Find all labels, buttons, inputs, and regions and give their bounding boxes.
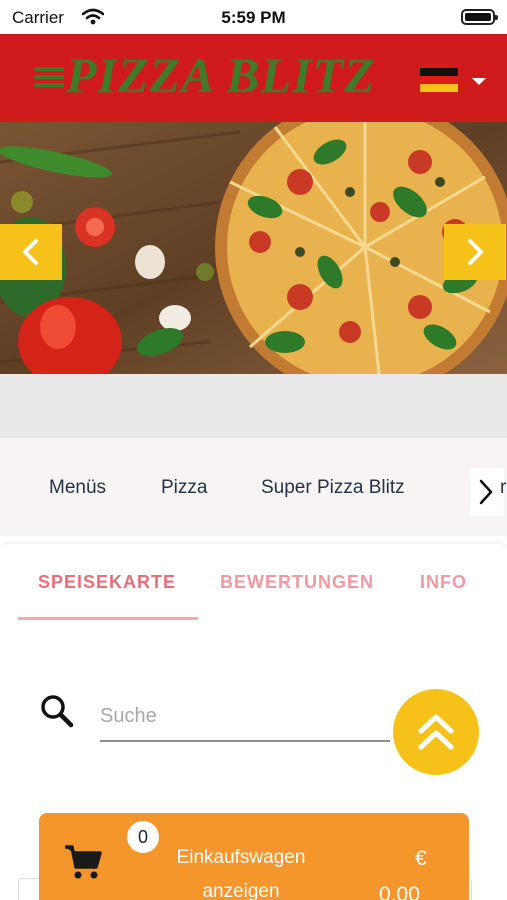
caret-down-icon[interactable] — [472, 78, 486, 85]
category-next-button[interactable] — [470, 468, 504, 516]
battery-icon — [461, 9, 498, 25]
tab-info[interactable]: INFO — [420, 572, 467, 593]
chevron-right-icon — [468, 239, 483, 265]
app-header: PIZZA BLITZ — [0, 34, 507, 122]
cart-total: 0,00 — [379, 883, 420, 900]
shopping-cart-icon — [65, 845, 102, 879]
chevron-left-icon — [23, 239, 38, 265]
category-overflow-text: r — [500, 477, 507, 498]
hero-spacer — [0, 374, 507, 438]
category-bar: Menüs Pizza Super Pizza Blitz r — [0, 438, 507, 536]
tab-bewertungen[interactable]: BEWERTUNGEN — [220, 572, 374, 593]
chevron-right-icon — [479, 479, 493, 505]
hero-next-button[interactable] — [444, 224, 506, 280]
category-menus[interactable]: Menüs — [49, 477, 106, 499]
scroll-to-top-button[interactable] — [393, 689, 479, 775]
status-bar: Carrier 5:59 PM — [0, 0, 507, 34]
status-time: 5:59 PM — [221, 8, 286, 27]
germany-flag-icon[interactable] — [420, 68, 458, 92]
search-icon — [41, 695, 74, 728]
cart-currency: € — [415, 847, 427, 870]
cart-label: Einkaufswagen anzeigen — [176, 847, 306, 900]
tab-speisekarte[interactable]: SPEISEKARTE — [38, 572, 176, 593]
category-pizza[interactable]: Pizza — [161, 477, 207, 499]
hero-prev-button[interactable] — [0, 224, 62, 280]
search-input[interactable] — [100, 692, 390, 742]
category-super-pizza-blitz[interactable]: Super Pizza Blitz — [261, 477, 405, 499]
cart-count-badge: 0 — [127, 821, 159, 853]
hamburger-menu-icon[interactable] — [34, 67, 64, 89]
active-tab-indicator — [18, 617, 198, 620]
double-chevron-up-icon — [418, 714, 454, 750]
pizza-hero-image — [0, 122, 507, 374]
view-cart-button[interactable]: 0 Einkaufswagen anzeigen € 0,00 — [39, 813, 469, 900]
brand-logo: PIZZA BLITZ — [66, 47, 376, 103]
